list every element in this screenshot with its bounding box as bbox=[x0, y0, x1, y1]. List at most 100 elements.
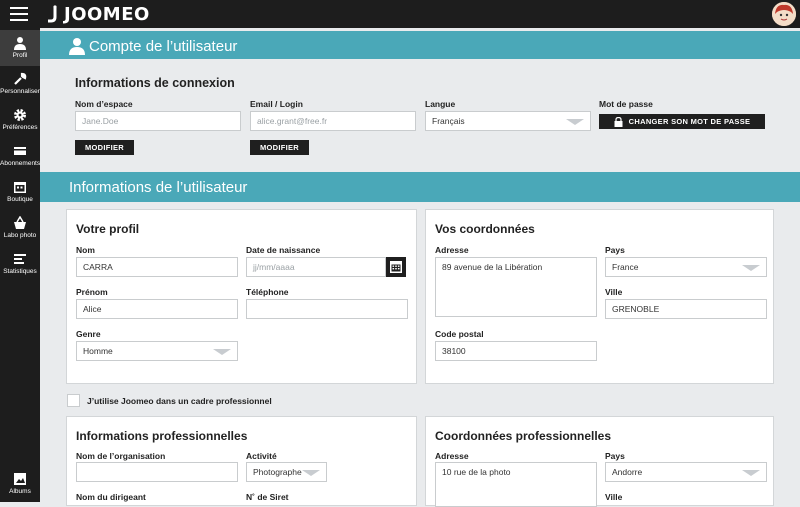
sidebar-item-label: Profil bbox=[12, 52, 28, 59]
birth-field[interactable]: jj/mm/aaaa bbox=[246, 257, 386, 277]
director-label: Nom du dirigeant bbox=[76, 492, 146, 502]
birth-label: Date de naissance bbox=[246, 245, 321, 255]
pro-city-label: Ville bbox=[605, 492, 623, 502]
pro-address-label: Adresse bbox=[435, 451, 469, 461]
email-field[interactable]: alice.grant@free.fr bbox=[250, 111, 416, 131]
pro-info-card: Informations professionnelles Nom de l’o… bbox=[66, 416, 417, 506]
sidebar-item-label: Personnaliser bbox=[0, 88, 40, 95]
language-label: Langue bbox=[425, 99, 456, 109]
sidebar-item-label: Albums bbox=[9, 488, 31, 495]
org-field[interactable] bbox=[76, 462, 238, 482]
profile-card: Votre profil Nom CARRA Date de naissance… bbox=[66, 209, 417, 384]
card-icon bbox=[14, 147, 26, 155]
user-icon bbox=[14, 37, 26, 50]
pro-country-label: Pays bbox=[605, 451, 625, 461]
genre-label: Genre bbox=[76, 329, 101, 339]
postal-field[interactable]: 38100 bbox=[435, 341, 597, 361]
activity-label: Activité bbox=[246, 451, 277, 461]
pro-checkbox[interactable] bbox=[67, 394, 80, 407]
main-content: Compte de l’utilisateur Informations de … bbox=[40, 28, 800, 507]
chevron-down-icon bbox=[742, 470, 760, 476]
sidebar-item-albums[interactable]: Albums bbox=[0, 466, 40, 502]
stats-icon bbox=[14, 254, 26, 264]
login-section-title: Informations de connexion bbox=[75, 76, 235, 90]
phone-label: Téléphone bbox=[246, 287, 289, 297]
sidebar-item-profil[interactable]: Profil bbox=[0, 30, 40, 66]
gear-icon bbox=[14, 109, 26, 121]
org-label: Nom de l’organisation bbox=[76, 451, 166, 461]
pro-info-card-title: Informations professionnelles bbox=[76, 429, 248, 443]
nom-label: Nom bbox=[76, 245, 95, 255]
address-label: Adresse bbox=[435, 245, 469, 255]
menu-icon[interactable] bbox=[10, 7, 28, 21]
wrench-icon bbox=[14, 72, 27, 85]
account-title: Compte de l’utilisateur bbox=[89, 38, 238, 55]
country-label: Pays bbox=[605, 245, 625, 255]
space-name-label: Nom d’espace bbox=[75, 99, 133, 109]
change-password-label: CHANGER SON MOT DE PASSE bbox=[628, 117, 751, 126]
user-avatar[interactable] bbox=[772, 2, 796, 26]
genre-value: Homme bbox=[83, 346, 113, 356]
prenom-label: Prénom bbox=[76, 287, 108, 297]
albums-icon bbox=[14, 473, 26, 485]
phone-field[interactable] bbox=[246, 299, 408, 319]
sidebar-item-preferences[interactable]: Préférences bbox=[0, 102, 40, 138]
calendar-button[interactable] bbox=[386, 257, 406, 277]
sidebar-item-boutique[interactable]: Boutique bbox=[0, 174, 40, 210]
email-label: Email / Login bbox=[250, 99, 303, 109]
city-field[interactable]: GRENOBLE bbox=[605, 299, 767, 319]
coordinates-card-title: Vos coordonnées bbox=[435, 222, 535, 236]
basket-icon bbox=[14, 216, 26, 229]
sidebar-item-personnaliser[interactable]: Personnaliser bbox=[0, 66, 40, 102]
sidebar-item-labo-photo[interactable]: Labo photo bbox=[0, 210, 40, 246]
pro-address-textarea[interactable]: 10 rue de la photo bbox=[435, 462, 597, 507]
chevron-down-icon bbox=[566, 119, 584, 125]
nom-field[interactable]: CARRA bbox=[76, 257, 238, 277]
modify-space-button[interactable]: MODIFIER bbox=[75, 140, 134, 155]
postal-label: Code postal bbox=[435, 329, 484, 339]
siret-label: N˚ de Siret bbox=[246, 492, 289, 502]
user-icon bbox=[69, 38, 85, 55]
activity-value: Photographe bbox=[253, 467, 302, 477]
logo[interactable]: JOOMEO bbox=[46, 3, 150, 25]
lock-icon bbox=[614, 116, 623, 127]
country-value: France bbox=[612, 262, 639, 272]
top-bar: JOOMEO bbox=[0, 0, 800, 28]
user-info-header: Informations de l’utilisateur bbox=[40, 172, 800, 202]
genre-select[interactable]: Homme bbox=[76, 341, 238, 361]
sidebar-item-statistiques[interactable]: Statistiques bbox=[0, 246, 40, 282]
calendar-icon bbox=[390, 261, 402, 273]
space-name-field[interactable]: Jane.Doe bbox=[75, 111, 241, 131]
language-select[interactable]: Français bbox=[425, 111, 591, 131]
activity-select[interactable]: Photographe bbox=[246, 462, 327, 482]
account-header: Compte de l’utilisateur bbox=[40, 31, 800, 61]
language-value: Français bbox=[432, 116, 465, 126]
sidebar-item-label: Préférences bbox=[2, 124, 38, 131]
prenom-field[interactable]: Alice bbox=[76, 299, 238, 319]
pro-country-select[interactable]: Andorre bbox=[605, 462, 767, 482]
sidebar-item-label: Boutique bbox=[7, 196, 33, 203]
modify-email-button[interactable]: MODIFIER bbox=[250, 140, 309, 155]
change-password-button[interactable]: CHANGER SON MOT DE PASSE bbox=[599, 114, 765, 129]
chevron-down-icon bbox=[213, 349, 231, 355]
password-label: Mot de passe bbox=[599, 99, 653, 109]
sidebar-item-label: Abonnements bbox=[0, 160, 41, 167]
pro-checkbox-label: J’utilise Joomeo dans un cadre professio… bbox=[87, 396, 272, 406]
country-select[interactable]: France bbox=[605, 257, 767, 277]
login-section: Informations de connexion Nom d’espace J… bbox=[40, 59, 800, 172]
pro-coordinates-card: Coordonnées professionnelles Adresse 10 … bbox=[425, 416, 774, 507]
sidebar-item-label: Labo photo bbox=[3, 232, 37, 239]
chevron-down-icon bbox=[742, 265, 760, 271]
joomeo-logo-icon bbox=[48, 5, 57, 23]
sidebar-item-label: Statistiques bbox=[3, 268, 37, 275]
pro-coordinates-card-title: Coordonnées professionnelles bbox=[435, 429, 612, 443]
address-textarea[interactable]: 89 avenue de la Libération bbox=[435, 257, 597, 317]
coordinates-card: Vos coordonnées Adresse 89 avenue de la … bbox=[425, 209, 774, 384]
chevron-down-icon bbox=[302, 470, 320, 476]
sidebar: Profil Personnaliser Préférences Abonnem… bbox=[0, 28, 40, 502]
profile-card-title: Votre profil bbox=[76, 222, 140, 236]
sidebar-item-abonnements[interactable]: Abonnements bbox=[0, 138, 40, 174]
calendar-shop-icon bbox=[14, 182, 26, 193]
avatar-icon bbox=[772, 2, 796, 26]
logo-text: JOOMEO bbox=[64, 3, 150, 25]
